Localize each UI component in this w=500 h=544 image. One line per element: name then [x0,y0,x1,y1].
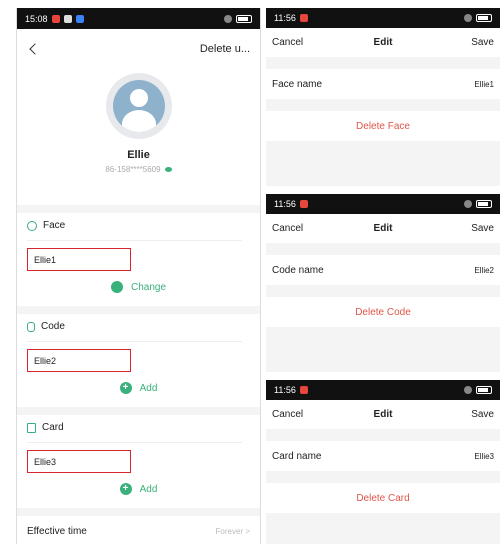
card-value-box[interactable]: Ellie3 [27,450,131,473]
status-time: 11:56 [274,385,296,395]
plus-icon: + [119,483,132,495]
status-time: 15:08 [25,13,48,24]
edit-code-screen: 11:56 Cancel Edit Save Code name Ellie2 … [266,194,500,372]
delete-face-button[interactable]: Delete Face [266,111,500,141]
face-value: Ellie1 [34,254,57,265]
effective-time-row[interactable]: Effective time Forever > [17,516,260,544]
change-icon [110,281,123,293]
signal-icon [224,14,232,23]
effective-time-value: Forever > [215,526,250,536]
code-value-box[interactable]: Ellie2 [27,349,131,372]
code-title: Code [41,321,65,332]
status-bar: 11:56 [266,380,500,400]
signal-icon [464,200,472,208]
face-section-title: Face [27,220,65,231]
code-icon [27,321,35,332]
face-section: Face Ellie1 Change [17,213,260,306]
code-value: Ellie2 [34,355,57,366]
add-code-button[interactable]: + Add [17,382,260,394]
code-name-value: Ellie2 [474,265,494,275]
status-bar: 11:56 [266,8,500,28]
top-nav: Delete u... [17,29,260,69]
battery-icon [236,14,252,23]
eye-icon[interactable] [164,167,172,172]
edit-header: Cancel Edit Save [266,28,500,57]
add-card-label: Add [139,483,158,495]
status-time: 11:56 [274,199,296,209]
delete-code-button[interactable]: Delete Code [266,297,500,327]
card-section-title: Card [27,422,64,433]
face-name-row[interactable]: Face name Ellie1 [266,69,500,99]
face-name-label: Face name [272,78,323,90]
card-icon [27,422,36,433]
notification-icon [299,386,308,394]
face-value-box[interactable]: Ellie1 [27,248,131,271]
user-avatar-icon [112,80,165,132]
status-bar: 15:08 [17,8,260,29]
code-name-label: Code name [272,264,324,276]
card-name-value: Ellie3 [474,451,494,461]
battery-icon [476,386,492,394]
battery-icon [476,14,492,22]
code-section-title: Code [27,321,65,332]
code-name-row[interactable]: Code name Ellie2 [266,255,500,285]
save-button[interactable]: Save [471,37,494,48]
change-face-button[interactable]: Change [17,281,260,293]
save-button[interactable]: Save [471,409,494,420]
notification-icon [51,14,60,23]
card-name-row[interactable]: Card name Ellie3 [266,441,500,471]
delete-user-button[interactable]: Delete u... [200,43,250,55]
delete-card-button[interactable]: Delete Card [266,483,500,513]
notification-icon [75,14,84,23]
cancel-button[interactable]: Cancel [272,409,303,420]
battery-icon [476,200,492,208]
effective-time-label: Effective time [27,525,87,537]
cancel-button[interactable]: Cancel [272,223,303,234]
edit-header: Cancel Edit Save [266,214,500,243]
card-name-label: Card name [272,450,322,462]
change-face-label: Change [130,281,167,293]
add-card-button[interactable]: + Add [17,483,260,495]
user-phone-row: 86-158****5609 [105,165,172,174]
cancel-button[interactable]: Cancel [272,37,303,48]
user-phone: 86-158****5609 [105,165,161,174]
face-title: Face [43,220,66,231]
save-button[interactable]: Save [471,223,494,234]
code-section: Code Ellie2 + Add [17,314,260,407]
card-title: Card [42,422,64,433]
notification-icon [63,14,72,23]
card-value: Ellie3 [34,456,57,467]
card-section: Card Ellie3 + Add [17,415,260,508]
back-arrow-icon[interactable] [29,43,41,55]
user-name: Ellie [127,149,150,161]
profile-card: Ellie 86-158****5609 [17,69,260,205]
edit-face-screen: 11:56 Cancel Edit Save Face name Ellie1 … [266,8,500,186]
face-icon [27,220,37,231]
signal-icon [464,386,472,394]
notification-icon [299,200,308,208]
user-detail-screen: 15:08 Delete u... Ellie 86-158****5609 F… [16,8,261,544]
status-time: 11:56 [274,13,296,23]
edit-header: Cancel Edit Save [266,400,500,429]
face-name-value: Ellie1 [474,79,494,89]
signal-icon [464,14,472,22]
plus-icon: + [119,382,132,394]
edit-card-screen: 11:56 Cancel Edit Save Card name Ellie3 … [266,380,500,544]
notification-icon [299,14,308,22]
status-bar: 11:56 [266,194,500,214]
add-code-label: Add [139,382,158,394]
avatar [105,73,172,139]
